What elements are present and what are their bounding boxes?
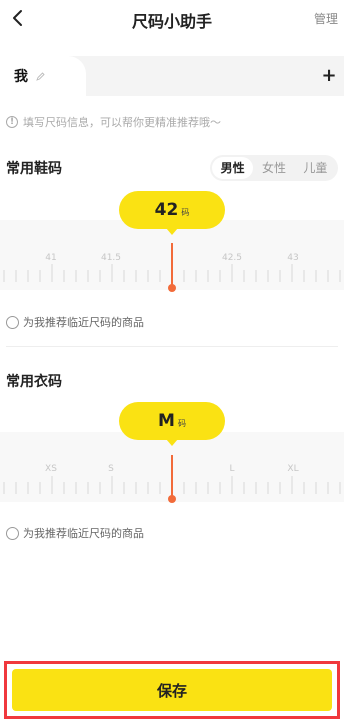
gender-selector: 男性 女性 儿童 bbox=[210, 155, 338, 181]
clothes-size-value: M bbox=[158, 411, 175, 431]
clothes-ruler-indicator bbox=[171, 455, 173, 498]
shoe-ruler-indicator-dot bbox=[168, 284, 176, 292]
shoe-size-bubble: 42 码 bbox=[119, 191, 225, 235]
shoe-size-unit: 码 bbox=[181, 207, 190, 217]
clothes-section-title: 常用衣码 bbox=[6, 374, 62, 390]
page-title: 尺码小助手 bbox=[131, 12, 212, 31]
radio-circle-icon bbox=[6, 315, 19, 329]
clothes-size-unit: 码 bbox=[177, 418, 186, 428]
save-button[interactable]: 保存 bbox=[12, 669, 332, 711]
manage-button[interactable]: 管理 bbox=[314, 10, 338, 27]
clothes-recommend-label: 为我推荐临近尺码的商品 bbox=[23, 527, 144, 540]
info-text: 填写尺码信息，可以帮你更精准推荐哦～ bbox=[23, 116, 221, 129]
radio-circle-icon bbox=[6, 526, 19, 540]
info-tip: ! 填写尺码信息，可以帮你更精准推荐哦～ bbox=[6, 114, 221, 130]
shoe-recommend-label: 为我推荐临近尺码的商品 bbox=[23, 316, 144, 329]
shoe-recommend-checkbox[interactable]: 为我推荐临近尺码的商品 bbox=[6, 314, 144, 330]
gender-option-child[interactable]: 儿童 bbox=[295, 157, 336, 179]
shoe-size-value: 42 bbox=[154, 200, 179, 220]
clothes-ruler-indicator-dot bbox=[168, 495, 176, 503]
shoe-section-title: 常用鞋码 bbox=[6, 161, 62, 177]
tab-me[interactable]: 我 bbox=[0, 56, 86, 96]
clothes-recommend-checkbox[interactable]: 为我推荐临近尺码的商品 bbox=[6, 525, 144, 541]
gender-option-female[interactable]: 女性 bbox=[253, 157, 294, 179]
section-divider bbox=[6, 346, 338, 347]
profile-tab-bar: 我 + bbox=[0, 56, 344, 96]
edit-icon[interactable] bbox=[36, 71, 45, 81]
shoe-ruler-indicator bbox=[171, 243, 173, 287]
clothes-size-bubble: M 码 bbox=[119, 402, 225, 446]
tab-me-label: 我 bbox=[14, 69, 28, 85]
save-button-highlight: 保存 bbox=[4, 661, 340, 719]
header: 尺码小助手 管理 bbox=[0, 0, 344, 40]
gender-option-male[interactable]: 男性 bbox=[212, 157, 254, 179]
info-icon: ! bbox=[6, 116, 18, 128]
add-profile-button[interactable]: + bbox=[318, 62, 340, 90]
